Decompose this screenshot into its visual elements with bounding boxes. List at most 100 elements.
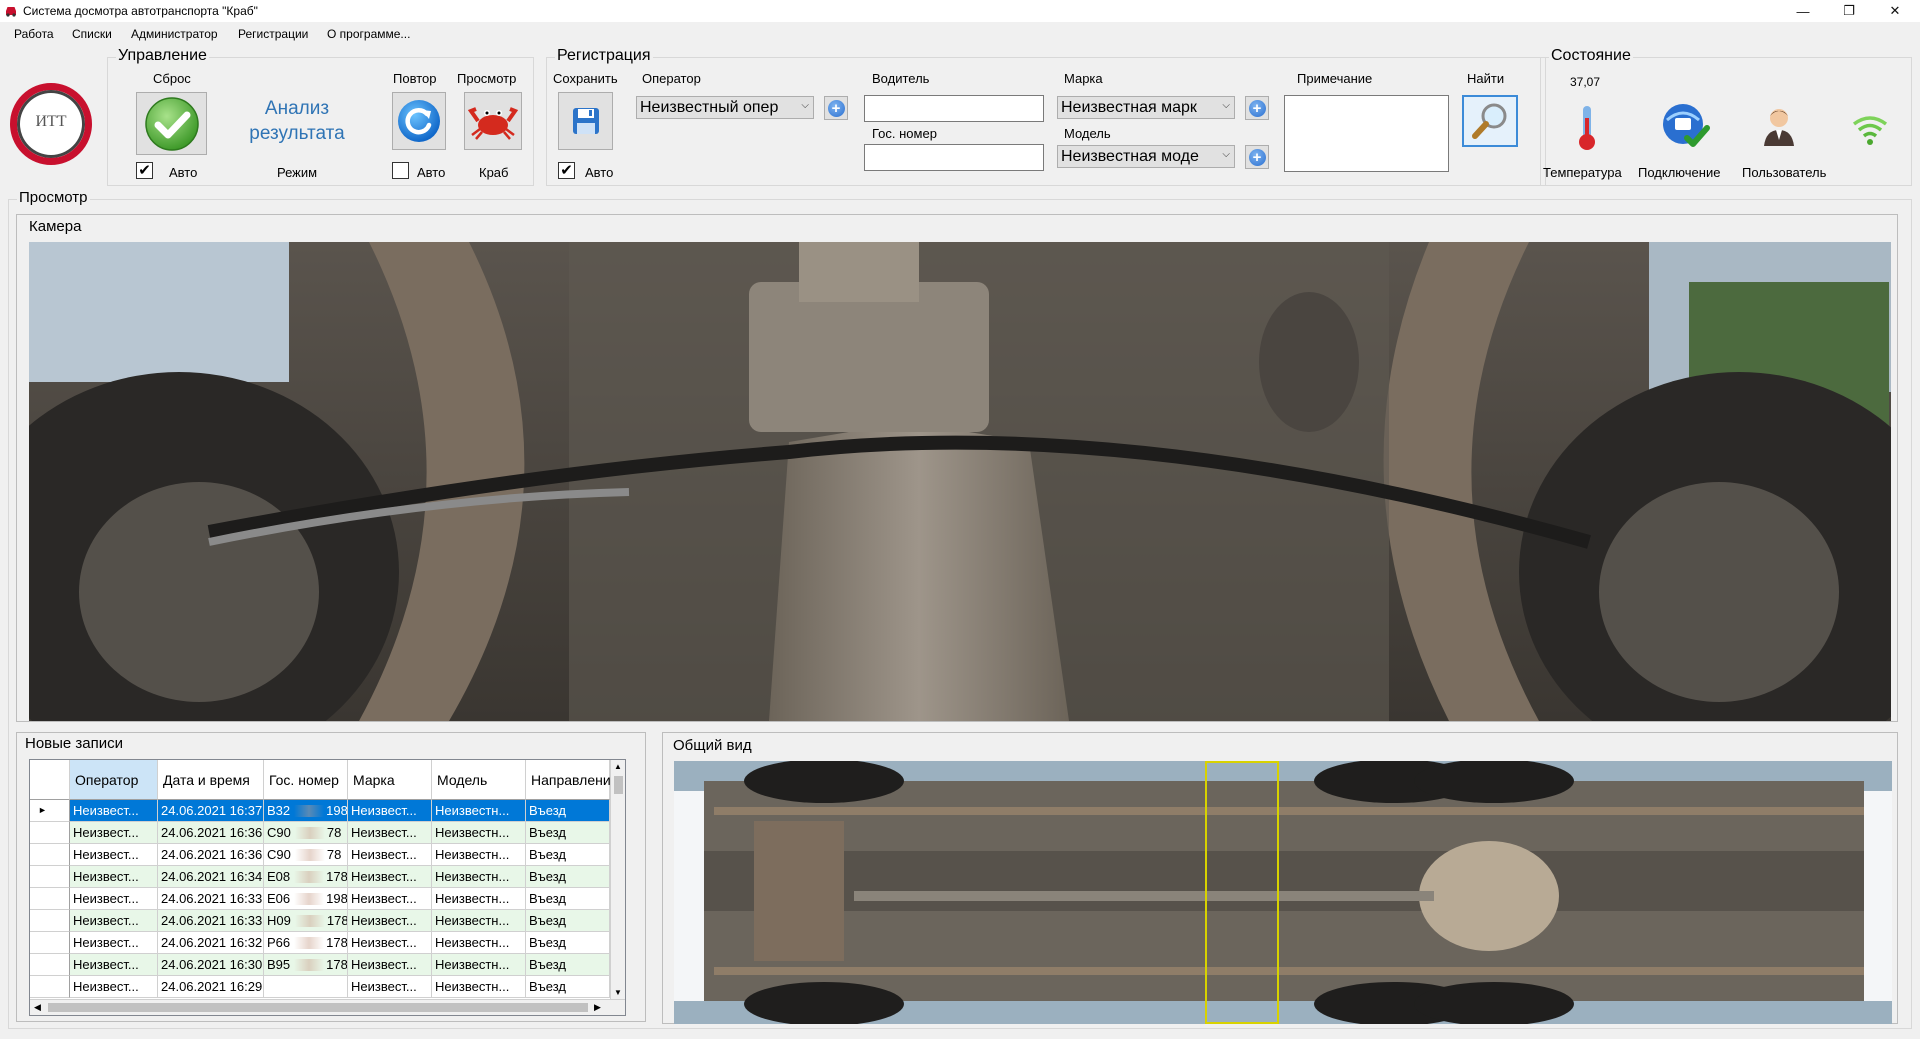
- repeat-auto-checkbox[interactable]: [392, 162, 409, 179]
- cell-operator[interactable]: Неизвест...: [70, 888, 158, 910]
- scroll-down-icon[interactable]: ▼: [614, 988, 622, 997]
- cell-operator[interactable]: Неизвест...: [70, 822, 158, 844]
- save-button[interactable]: [558, 92, 613, 150]
- row-header[interactable]: ►: [30, 800, 70, 822]
- column-header-model[interactable]: Модель: [432, 760, 526, 800]
- table-row[interactable]: ► Неизвест... 24.06.2021 16:37 В32 198 Неизве…: [30, 800, 610, 822]
- cell-plate[interactable]: С90 78: [264, 822, 348, 844]
- cell-direction[interactable]: Въезд: [526, 800, 610, 822]
- cell-brand[interactable]: Неизвест...: [348, 888, 432, 910]
- cell-operator[interactable]: Неизвест...: [70, 932, 158, 954]
- analysis-result-text[interactable]: Анализ результата: [232, 96, 362, 146]
- cell-direction[interactable]: Въезд: [526, 888, 610, 910]
- table-row[interactable]: Неизвест... 24.06.2021 16:33 Е06 198 Неизвес…: [30, 888, 610, 910]
- cell-brand[interactable]: Неизвест...: [348, 954, 432, 976]
- row-header[interactable]: [30, 844, 70, 866]
- table-row[interactable]: Неизвест... 24.06.2021 16:36 С90 78 Неизвест…: [30, 822, 610, 844]
- cell-datetime[interactable]: 24.06.2021 16:34: [158, 866, 264, 888]
- cell-model[interactable]: Неизвестн...: [432, 954, 526, 976]
- cell-brand[interactable]: Неизвест...: [348, 844, 432, 866]
- column-header-operator[interactable]: Оператор: [70, 760, 158, 800]
- model-select[interactable]: Неизвестная моде ⌵: [1057, 145, 1235, 168]
- cell-datetime[interactable]: 24.06.2021 16:33: [158, 910, 264, 932]
- note-textarea[interactable]: [1284, 95, 1449, 172]
- cell-brand[interactable]: Неизвест...: [348, 910, 432, 932]
- cell-datetime[interactable]: 24.06.2021 16:37: [158, 800, 264, 822]
- table-row[interactable]: Неизвест... 24.06.2021 16:36 С90 78 Неизвест…: [30, 844, 610, 866]
- grid-horizontal-scrollbar[interactable]: ◀ ▶: [30, 999, 625, 1015]
- cell-plate[interactable]: Н09 178: [264, 910, 348, 932]
- cell-plate[interactable]: В32 198: [264, 800, 348, 822]
- cell-operator[interactable]: Неизвест...: [70, 976, 158, 998]
- close-button[interactable]: ✕: [1872, 0, 1918, 22]
- row-header[interactable]: [30, 910, 70, 932]
- cell-direction[interactable]: Въезд: [526, 932, 610, 954]
- brand-select[interactable]: Неизвестная марк ⌵: [1057, 96, 1235, 119]
- cell-plate[interactable]: С90 78: [264, 844, 348, 866]
- find-button[interactable]: [1462, 95, 1518, 147]
- cell-brand[interactable]: Неизвест...: [348, 800, 432, 822]
- row-header[interactable]: [30, 888, 70, 910]
- cell-plate[interactable]: [264, 976, 348, 998]
- column-header-brand[interactable]: Марка: [348, 760, 432, 800]
- cell-plate[interactable]: Е06 198: [264, 888, 348, 910]
- cell-datetime[interactable]: 24.06.2021 16:33: [158, 888, 264, 910]
- menu-lists[interactable]: Списки: [72, 27, 112, 41]
- cell-brand[interactable]: Неизвест...: [348, 822, 432, 844]
- crab-button[interactable]: [464, 92, 522, 150]
- vertical-scroll-thumb[interactable]: [614, 776, 623, 794]
- cell-direction[interactable]: Въезд: [526, 976, 610, 998]
- cell-datetime[interactable]: 24.06.2021 16:32: [158, 932, 264, 954]
- cell-brand[interactable]: Неизвест...: [348, 866, 432, 888]
- cell-plate[interactable]: В95 178: [264, 954, 348, 976]
- cell-direction[interactable]: Въезд: [526, 910, 610, 932]
- cell-model[interactable]: Неизвестн...: [432, 976, 526, 998]
- grid-vertical-scrollbar[interactable]: ▲ ▼: [610, 760, 625, 999]
- scroll-up-icon[interactable]: ▲: [614, 762, 622, 771]
- cell-direction[interactable]: Въезд: [526, 822, 610, 844]
- reset-auto-checkbox[interactable]: ✔: [136, 162, 153, 179]
- minimize-button[interactable]: —: [1780, 0, 1826, 22]
- cell-model[interactable]: Неизвестн...: [432, 910, 526, 932]
- column-header-datetime[interactable]: Дата и время: [158, 760, 264, 800]
- table-row[interactable]: Неизвест... 24.06.2021 16:32 Р66 178 Неизвес…: [30, 932, 610, 954]
- cell-datetime[interactable]: 24.06.2021 16:36: [158, 844, 264, 866]
- cell-brand[interactable]: Неизвест...: [348, 932, 432, 954]
- cell-direction[interactable]: Въезд: [526, 844, 610, 866]
- menu-registrations[interactable]: Регистрации: [238, 27, 308, 41]
- menu-admin[interactable]: Администратор: [131, 27, 218, 41]
- table-row[interactable]: Неизвест... 24.06.2021 16:33 Н09 178 Неизвес…: [30, 910, 610, 932]
- column-header-direction[interactable]: Направлени: [526, 760, 611, 800]
- cell-operator[interactable]: Неизвест...: [70, 910, 158, 932]
- scroll-right-icon[interactable]: ▶: [594, 1002, 601, 1013]
- table-row[interactable]: Неизвест... 24.06.2021 16:29 Неизвест... Не…: [30, 976, 610, 998]
- cell-datetime[interactable]: 24.06.2021 16:29: [158, 976, 264, 998]
- add-brand-button[interactable]: +: [1245, 96, 1269, 120]
- cell-datetime[interactable]: 24.06.2021 16:30: [158, 954, 264, 976]
- cell-plate[interactable]: Е08 178: [264, 866, 348, 888]
- menu-about[interactable]: О программе...: [327, 27, 410, 41]
- cell-model[interactable]: Неизвестн...: [432, 822, 526, 844]
- repeat-button[interactable]: [392, 92, 446, 150]
- reset-button[interactable]: [136, 92, 207, 155]
- row-header[interactable]: [30, 976, 70, 998]
- cell-direction[interactable]: Въезд: [526, 866, 610, 888]
- cell-model[interactable]: Неизвестн...: [432, 800, 526, 822]
- cell-datetime[interactable]: 24.06.2021 16:36: [158, 822, 264, 844]
- row-header[interactable]: [30, 932, 70, 954]
- row-header[interactable]: [30, 954, 70, 976]
- scroll-left-icon[interactable]: ◀: [34, 1002, 41, 1013]
- cell-model[interactable]: Неизвестн...: [432, 844, 526, 866]
- operator-select[interactable]: Неизвестный опер ⌵: [636, 96, 814, 119]
- row-header[interactable]: [30, 866, 70, 888]
- table-row[interactable]: Неизвест... 24.06.2021 16:30 В95 178 Неизвес…: [30, 954, 610, 976]
- row-header[interactable]: [30, 822, 70, 844]
- cell-operator[interactable]: Неизвест...: [70, 844, 158, 866]
- plate-input[interactable]: [864, 144, 1044, 171]
- cell-operator[interactable]: Неизвест...: [70, 866, 158, 888]
- add-model-button[interactable]: +: [1245, 145, 1269, 169]
- column-header-plate[interactable]: Гос. номер: [264, 760, 348, 800]
- restore-button[interactable]: ❐: [1826, 0, 1872, 22]
- cell-direction[interactable]: Въезд: [526, 954, 610, 976]
- cell-operator[interactable]: Неизвест...: [70, 800, 158, 822]
